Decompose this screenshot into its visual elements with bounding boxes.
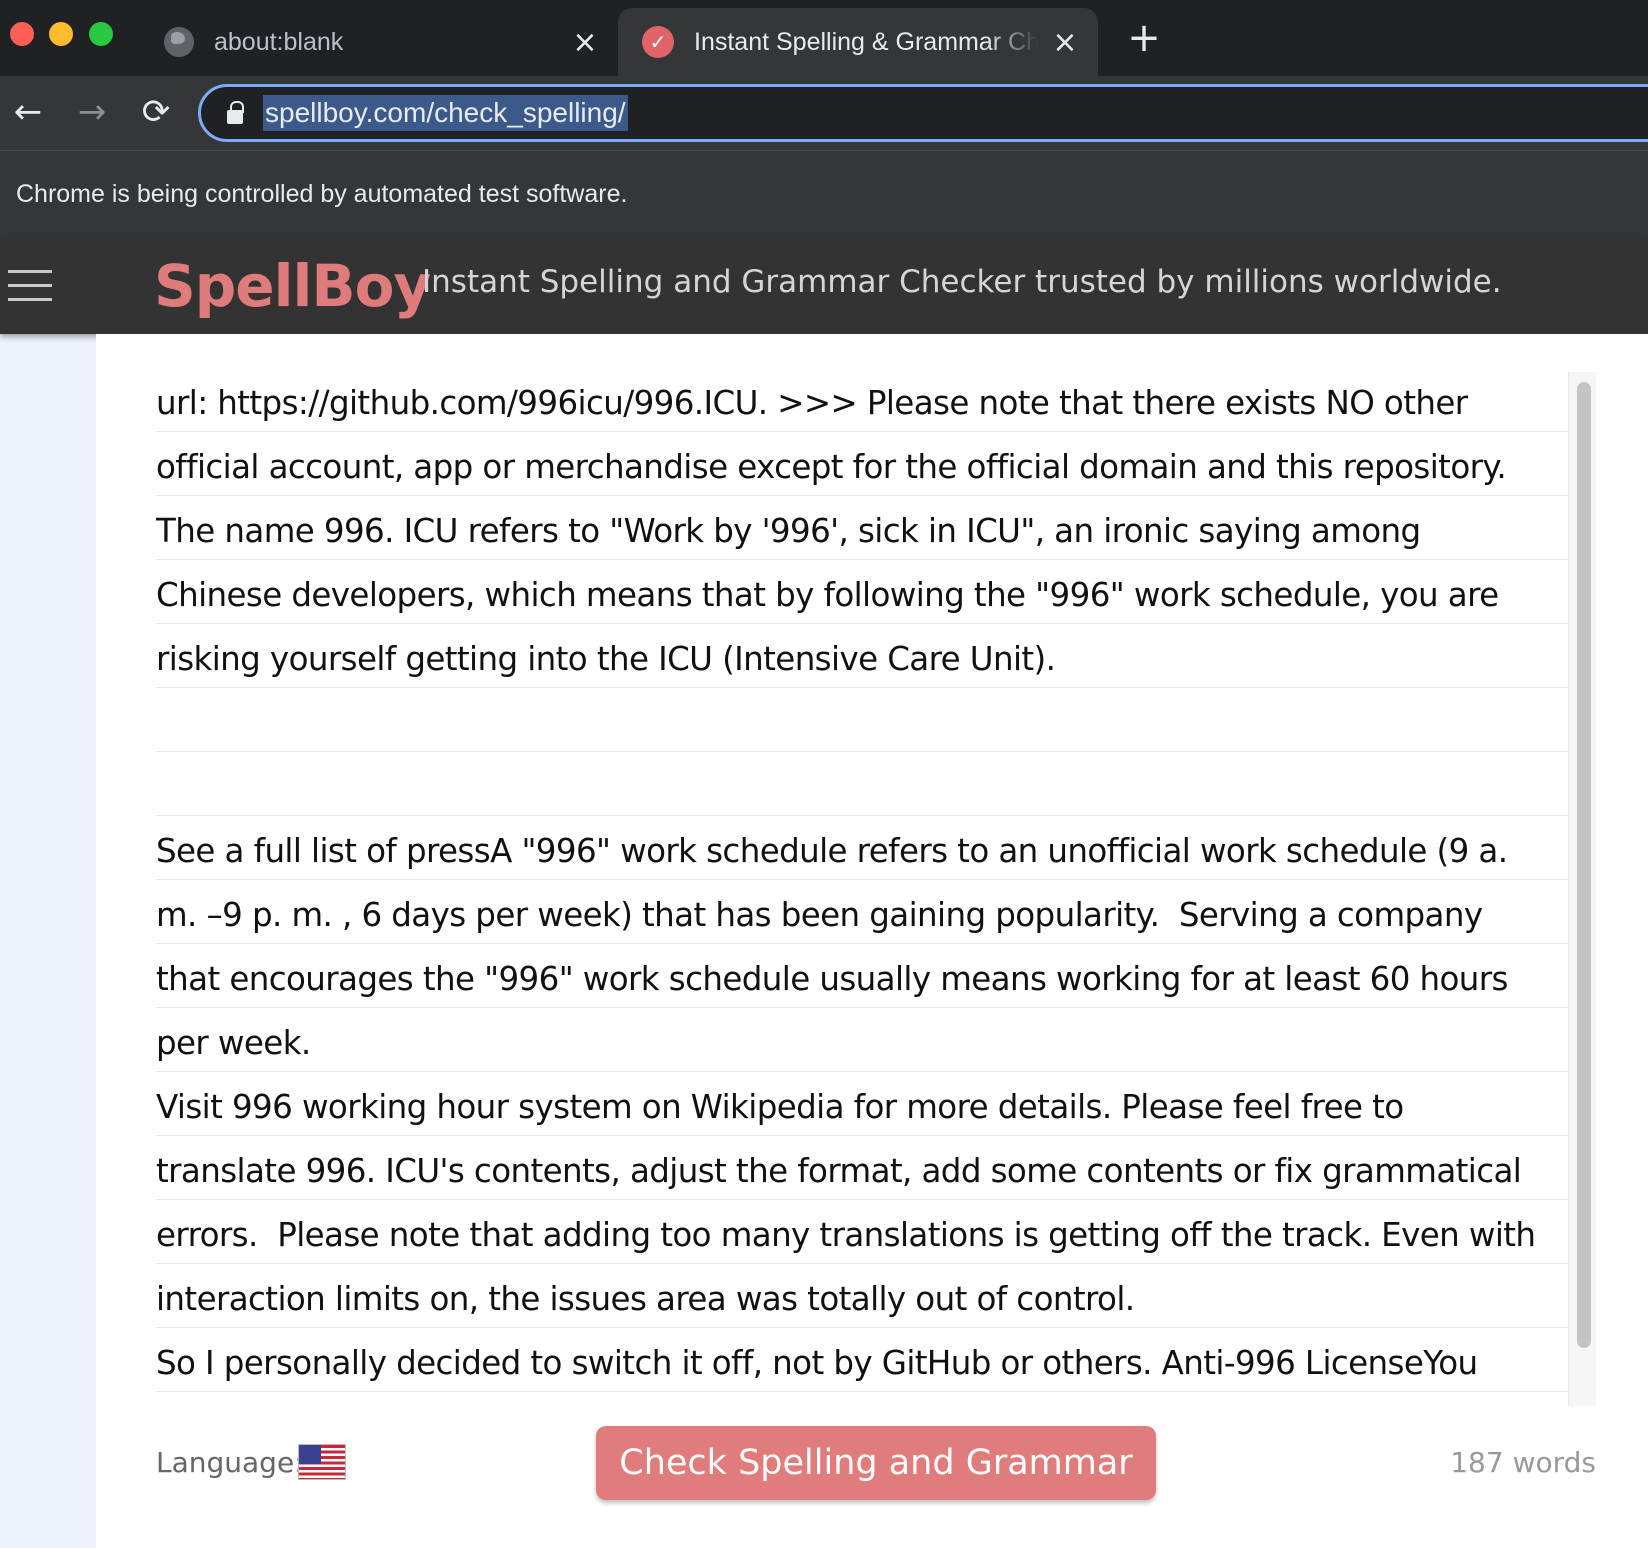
browser-tab-strip: about:blank × ✓ Instant Spelling & Gramm…	[0, 0, 1648, 76]
maximize-window-button[interactable]	[89, 22, 113, 46]
lock-icon[interactable]	[227, 101, 244, 124]
site-logo[interactable]: SpellBoy	[154, 246, 431, 326]
hamburger-menu-icon[interactable]	[8, 270, 52, 302]
language-label: Language:	[156, 1446, 304, 1479]
word-count: 187 words	[1450, 1446, 1596, 1479]
editor-line[interactable]: Chinese developers, which means that by …	[156, 560, 1596, 624]
site-header: SpellBoy Instant Spelling and Grammar Ch…	[0, 238, 1648, 334]
close-tab-icon[interactable]: ×	[570, 25, 600, 60]
scrollbar-thumb[interactable]	[1577, 382, 1591, 1348]
editor-line[interactable]: interaction limits on, the issues area w…	[156, 1264, 1596, 1328]
back-arrow-icon[interactable]: ←	[6, 90, 50, 134]
us-flag-icon[interactable]	[298, 1444, 346, 1480]
editor-scrollbar[interactable]	[1568, 372, 1596, 1406]
tab-spellboy[interactable]: ✓ Instant Spelling & Grammar Checker ×	[618, 8, 1098, 76]
new-tab-button[interactable]: +	[1126, 18, 1162, 58]
close-window-button[interactable]	[10, 22, 34, 46]
tab-title: Instant Spelling & Grammar Checker	[694, 27, 1038, 56]
minimize-window-button[interactable]	[49, 22, 73, 46]
browser-toolbar: ← → ⟳ spellboy.com/check_spelling/	[0, 76, 1648, 150]
editor-line[interactable]: So I personally decided to switch it off…	[156, 1328, 1596, 1392]
editor-line[interactable]: risking yourself getting into the ICU (I…	[156, 624, 1596, 688]
editor-line[interactable]: m. –9 p. m. , 6 days per week) that has …	[156, 880, 1596, 944]
url-text[interactable]: spellboy.com/check_spelling/	[263, 95, 628, 131]
tab-about-blank[interactable]: about:blank ×	[140, 8, 618, 76]
editor-line[interactable]: per week.	[156, 1008, 1596, 1072]
editor-line[interactable]: Visit 996 working hour system on Wikiped…	[156, 1072, 1596, 1136]
editor-line[interactable]: errors. Please note that adding too many…	[156, 1200, 1596, 1264]
editor-line[interactable]: translate 996. ICU's contents, adjust th…	[156, 1136, 1596, 1200]
checkmark-favicon-icon: ✓	[642, 26, 674, 58]
forward-arrow-icon[interactable]: →	[70, 90, 114, 134]
reload-icon[interactable]: ⟳	[134, 90, 178, 134]
editor-line[interactable]: official account, app or merchandise exc…	[156, 432, 1596, 496]
close-tab-icon[interactable]: ×	[1050, 25, 1080, 60]
editor-line[interactable]	[156, 752, 1596, 816]
editor-line[interactable]: url: https://github.com/996icu/996.ICU. …	[156, 368, 1596, 432]
automation-infobar: Chrome is being controlled by automated …	[0, 150, 1648, 238]
globe-icon	[164, 27, 194, 57]
address-bar[interactable]: spellboy.com/check_spelling/	[198, 84, 1648, 142]
editor-line[interactable]	[156, 688, 1596, 752]
tab-title: about:blank	[214, 27, 344, 56]
site-tagline: Instant Spelling and Grammar Checker tru…	[422, 264, 1502, 300]
text-editor[interactable]: url: https://github.com/996icu/996.ICU. …	[156, 368, 1596, 1404]
editor-line[interactable]: The name 996. ICU refers to "Work by '99…	[156, 496, 1596, 560]
editor-footer: Language: Check Spelling and Grammar 187…	[156, 1424, 1596, 1500]
editor-line[interactable]: See a full list of pressA "996" work sch…	[156, 816, 1596, 880]
infobar-text: Chrome is being controlled by automated …	[16, 180, 628, 208]
editor-line[interactable]: that encourages the "996" work schedule …	[156, 944, 1596, 1008]
check-spelling-button[interactable]: Check Spelling and Grammar	[596, 1426, 1156, 1500]
